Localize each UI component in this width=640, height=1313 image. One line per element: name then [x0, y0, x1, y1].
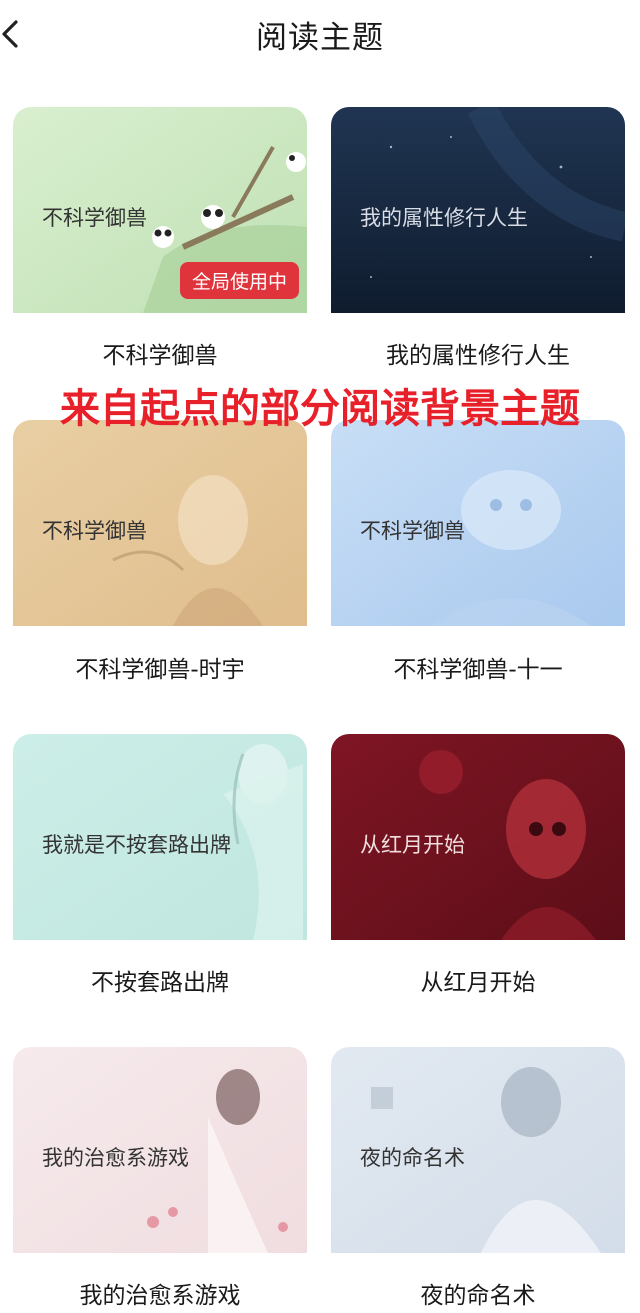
theme-8-card-text: 夜的命名术	[360, 1146, 465, 1170]
theme-card-4[interactable]: 不科学御兽	[331, 420, 625, 626]
theme-2-card-text: 我的属性修行人生	[360, 206, 528, 230]
theme-4-caption: 不科学御兽-十一	[393, 657, 563, 683]
theme-card-3[interactable]: 不科学御兽	[13, 420, 307, 626]
active-theme-badge: 全局使用中	[179, 262, 299, 299]
page-title: 阅读主题	[256, 20, 384, 56]
theme-5-caption: 不按套路出牌	[91, 970, 229, 996]
theme-6-caption: 从红月开始	[420, 970, 536, 996]
theme-6-card-text: 从红月开始	[360, 833, 465, 857]
theme-2-caption: 我的属性修行人生	[386, 343, 570, 369]
theme-1-card-text: 不科学御兽	[42, 206, 147, 230]
theme-4-card-text: 不科学御兽	[360, 519, 465, 543]
theme-3-caption: 不科学御兽-时宇	[75, 657, 245, 683]
theme-card-7[interactable]: 我的治愈系游戏	[13, 1047, 307, 1253]
header: 阅读主题	[0, 0, 640, 70]
theme-card-1[interactable]: 不科学御兽 全局使用中	[13, 107, 307, 313]
theme-1-caption: 不科学御兽	[102, 343, 218, 369]
theme-card-8[interactable]: 夜的命名术	[331, 1047, 625, 1253]
theme-card-2[interactable]: 我的属性修行人生	[331, 107, 625, 313]
theme-8-caption: 夜的命名术	[420, 1283, 536, 1309]
theme-3-card-text: 不科学御兽	[42, 519, 147, 543]
theme-5-card-text: 我就是不按套路出牌	[42, 833, 231, 857]
theme-7-card-text: 我的治愈系游戏	[42, 1146, 189, 1170]
theme-card-5[interactable]: 我就是不按套路出牌	[13, 734, 307, 940]
theme-7-caption: 我的治愈系游戏	[79, 1283, 241, 1309]
theme-card-6[interactable]: 从红月开始	[331, 734, 625, 940]
annotation-overlay: 来自起点的部分阅读背景主题	[60, 386, 580, 432]
